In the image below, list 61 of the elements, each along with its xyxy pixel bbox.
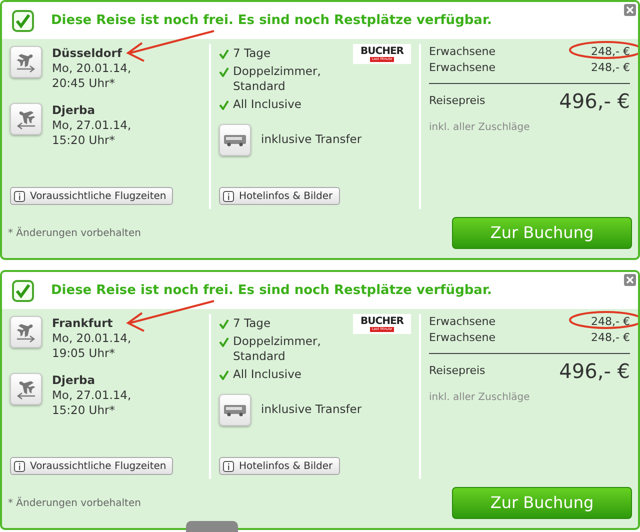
city-name: Frankfurt (52, 316, 114, 331)
logo-name: BUCHER (360, 316, 404, 326)
availability-message: Diese Reise ist noch frei. Es sind noch Restplätze verfügbar. (51, 12, 492, 30)
traveller-label: Erwachsene (429, 60, 496, 76)
traveller-label: Erwachsene (429, 314, 496, 330)
price-note: inkl. aller Zuschläge (429, 391, 531, 405)
departure-flight-icon (10, 46, 42, 78)
total-label: Reisepreis (429, 362, 486, 379)
flight-date: Mo, 27.01.14, (52, 118, 132, 133)
flight-time: 15:20 Uhr* (52, 133, 116, 148)
info-icon (14, 190, 25, 202)
info-button[interactable]: Hotelinfos & Bilder (219, 187, 340, 205)
checkmark-icon (12, 280, 34, 302)
price-note: inkl. aller Zuschläge (429, 121, 531, 135)
info-icon (14, 460, 25, 472)
info-button[interactable]: Voraussichtliche Flugzeiten (10, 457, 174, 475)
flight-date: Mo, 20.01.14, (52, 331, 132, 346)
info-icon (223, 460, 234, 472)
bus-icon (219, 394, 251, 426)
total-label: Reisepreis (429, 92, 486, 109)
availability-message: Diese Reise ist noch frei. Es sind noch Restplätze verfügbar. (51, 282, 492, 300)
collapse-tab[interactable] (186, 521, 238, 532)
traveller-price: 248,- € (591, 330, 630, 346)
info-button[interactable]: Hotelinfos & Bilder (219, 457, 340, 475)
total-price: 496,- € (559, 88, 630, 115)
feature-text: Doppelzimmer, Standard (233, 64, 322, 94)
flight-time: 19:05 Uhr* (52, 346, 116, 361)
info-icon (223, 190, 234, 202)
checkmark-icon (219, 100, 229, 110)
return-flight-icon (10, 103, 42, 135)
total-price: 496,- € (559, 358, 630, 385)
bus-icon (219, 124, 251, 156)
close-button[interactable] (624, 274, 636, 286)
traveller-label: Erwachsene (429, 44, 496, 60)
transfer-label: inklusive Transfer (261, 131, 362, 148)
flight-time: 15:20 Uhr* (52, 403, 116, 418)
departure-flight-icon (10, 316, 42, 348)
close-button[interactable] (624, 4, 636, 16)
footnote: * Änderungen vorbehalten (8, 496, 141, 510)
return-flight-icon (10, 373, 42, 405)
city-name: Düsseldorf (52, 46, 124, 61)
city-name: Djerba (52, 103, 96, 118)
checkmark-icon (219, 370, 229, 380)
traveller-price: 248,- € (591, 44, 630, 60)
traveller-price: 248,- € (591, 60, 630, 76)
flight-date: Mo, 20.01.14, (52, 61, 132, 76)
footnote: * Änderungen vorbehalten (8, 226, 141, 240)
logo-name: BUCHER (360, 46, 404, 56)
checkmark-icon (12, 10, 34, 32)
feature-text: 7 Tage (233, 46, 272, 61)
feature-text: All Inclusive (233, 97, 302, 112)
info-button[interactable]: Voraussichtliche Flugzeiten (10, 187, 174, 205)
flight-date: Mo, 27.01.14, (52, 388, 132, 403)
transfer-label: inklusive Transfer (261, 401, 362, 418)
feature-text: Doppelzimmer, Standard (233, 334, 322, 364)
flight-time: 20:45 Uhr* (52, 76, 116, 91)
traveller-price: 248,- € (591, 314, 630, 330)
feature-text: All Inclusive (233, 367, 302, 382)
city-name: Djerba (52, 373, 96, 388)
traveller-label: Erwachsene (429, 330, 496, 346)
feature-text: 7 Tage (233, 316, 272, 331)
